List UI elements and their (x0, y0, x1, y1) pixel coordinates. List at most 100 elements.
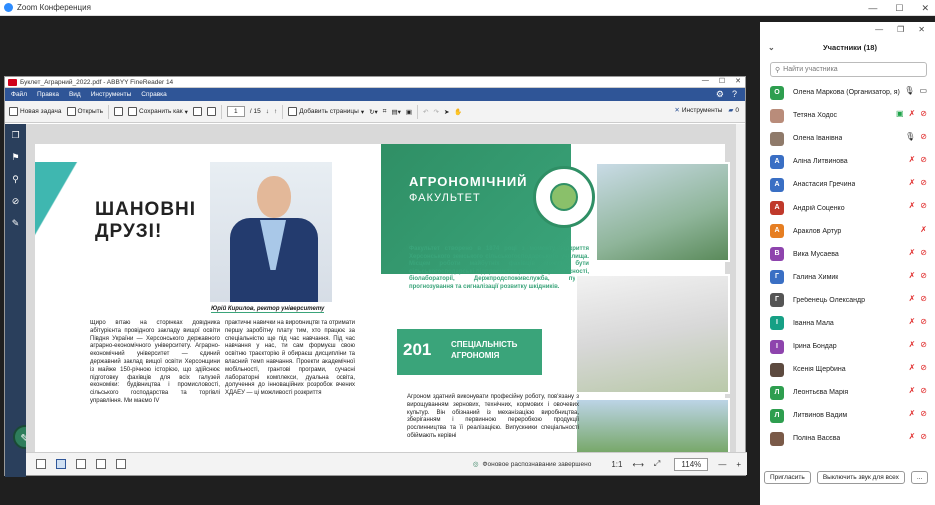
participant-row[interactable]: Л Литвинов Вадим ✗ ⊘ (760, 404, 935, 427)
microphone-muted-icon: ✗ (908, 432, 916, 442)
abbyy-minimize-button[interactable]: — (702, 77, 709, 85)
avatar: І (770, 316, 784, 331)
participant-row[interactable]: Г Галина Химик ✗ ⊘ (760, 266, 935, 289)
zoom-window-title: Zoom Конференция (17, 3, 91, 12)
page-number-input[interactable]: 1 (226, 106, 245, 117)
participant-row[interactable]: Ксенія Щербина ✗ ⊘ (760, 358, 935, 381)
single-page-view-icon[interactable] (36, 459, 46, 469)
mail-icon[interactable] (206, 107, 216, 116)
document-view[interactable]: ШАНОВНІ ДРУЗІ! Юрій Кирилов, ректор унів… (26, 124, 738, 454)
crop-icon[interactable]: ⌗ (383, 108, 387, 116)
menu-edit[interactable]: Правка (37, 91, 59, 98)
image-edit-icon[interactable]: ▣ (406, 108, 412, 116)
participant-name: Галина Химик (793, 273, 839, 281)
menu-file[interactable]: Файл (11, 91, 27, 98)
rector-photo (210, 162, 332, 302)
spread-view-icon[interactable] (96, 459, 106, 469)
signature-icon[interactable]: ✎ (5, 212, 26, 234)
recognition-status-icon: ◎ (472, 461, 479, 468)
participant-row[interactable]: А Араклов Артур ✗ (760, 220, 935, 243)
new-task-button[interactable]: Новая задача (9, 107, 62, 116)
actual-size-button[interactable]: 1:1 (611, 460, 622, 469)
mute-all-button[interactable]: Выключить звук для всех (816, 470, 905, 484)
abbyy-toolbar: Новая задача Открыть Сохранить как ▾ 1 /… (5, 101, 745, 123)
participant-row[interactable]: Л Леонтьєва Марія ✗ ⊘ (760, 381, 935, 404)
participant-status-icons: 🎙 ⊘ (905, 132, 927, 141)
save-as-icon (128, 107, 138, 116)
bookmark-icon[interactable]: ⚑ (5, 146, 26, 168)
settings-gear-icon[interactable]: ⚙ (716, 89, 724, 100)
abbyy-close-button[interactable]: ✕ (735, 77, 741, 85)
next-page-icon[interactable]: ↓ (266, 108, 269, 115)
print-icon[interactable] (192, 107, 202, 116)
panel-close-button[interactable]: ✕ (918, 25, 925, 34)
participant-name: Анастасия Гречина (793, 181, 856, 189)
invite-button[interactable]: Пригласить (764, 470, 811, 484)
add-pages-button[interactable]: Добавить страницы ▾ (288, 107, 364, 116)
participant-name: Аліна Литвинова (793, 158, 848, 166)
continuous-view-icon[interactable] (76, 459, 86, 469)
camera-off-icon: ⊘ (920, 270, 927, 280)
search-icon[interactable]: ⚲ (5, 168, 26, 190)
recognize-icon[interactable]: ▤▾ (391, 108, 400, 116)
undo-icon[interactable]: ↶ (423, 108, 428, 116)
participant-row[interactable]: А Анастасия Гречина ✗ ⊘ (760, 173, 935, 196)
abbyy-menu-bar: Файл Правка Вид Инструменты Справка ⚙ ? (5, 88, 745, 101)
participant-row[interactable]: І Іванна Мала ✗ ⊘ (760, 312, 935, 335)
participant-row[interactable]: А Аліна Литвинова ✗ ⊘ (760, 150, 935, 173)
attachment-icon[interactable]: ⊘ (5, 190, 26, 212)
panel-minimize-button[interactable]: — (875, 25, 883, 34)
two-page-view-icon[interactable] (56, 459, 66, 469)
rector-head (257, 176, 291, 218)
zoom-level-select[interactable]: 114% (674, 457, 709, 471)
help-icon[interactable]: ? (732, 89, 737, 100)
menu-help[interactable]: Справка (141, 91, 167, 98)
zoom-in-icon[interactable]: + (736, 460, 741, 469)
menu-view[interactable]: Вид (69, 91, 81, 98)
chevron-down-icon[interactable]: ⌄ (768, 43, 775, 52)
tools-button[interactable]: ✕ Инструменты (674, 106, 722, 115)
abbyy-maximize-button[interactable]: ☐ (719, 77, 725, 85)
close-button[interactable]: ✕ (921, 3, 929, 14)
participant-status-icons: ✗ ⊘ (909, 409, 927, 418)
avatar (770, 362, 784, 377)
panel-popout-button[interactable]: ❐ (897, 25, 904, 34)
fit-page-icon[interactable]: ⤢ (654, 459, 660, 469)
menu-tools[interactable]: Инструменты (91, 91, 132, 98)
prev-page-icon[interactable]: ↑ (274, 108, 277, 115)
maximize-button[interactable]: ☐ (895, 3, 903, 14)
open-button[interactable]: Открыть (66, 107, 103, 116)
redo-icon[interactable]: ↷ (433, 108, 438, 116)
minimize-button[interactable]: — (868, 3, 877, 13)
zoom-title-bar: Zoom Конференция — ☐ ✕ (0, 0, 935, 16)
zoom-out-icon[interactable]: — (718, 460, 726, 469)
microphone-muted-icon: ✗ (908, 270, 916, 280)
save-icon[interactable] (114, 107, 124, 116)
participant-row[interactable]: І Ірина Бондар ✗ ⊘ (760, 335, 935, 358)
welcome-heading-line1: ШАНОВНІ (95, 199, 197, 220)
comments-button[interactable]: ▰ 0 (728, 106, 739, 115)
participant-row[interactable]: Г Гребенець Олександр ✗ ⊘ (760, 289, 935, 312)
participant-row[interactable]: Олена Іванівна 🎙 ⊘ (760, 127, 935, 150)
participant-search-input[interactable]: ⚲ Найти участника (770, 62, 927, 77)
present-view-icon[interactable] (116, 459, 126, 469)
participant-row[interactable]: Тетяна Ходос ▣ ✗ ⊘ (760, 104, 935, 127)
vertical-scrollbar[interactable] (736, 124, 745, 454)
pages-panel-icon[interactable]: ❐ (5, 124, 26, 146)
faculty-title: АГРОНОМІЧНИЙ (409, 174, 528, 189)
hand-tool-icon[interactable]: ✋ (454, 108, 462, 116)
fit-width-icon[interactable]: ⟷ (632, 460, 643, 469)
participant-name: Араклов Артур (793, 227, 842, 235)
participant-row[interactable]: Поліна Васєва ✗ ⊘ (760, 427, 935, 450)
select-pointer-icon[interactable]: ➤ (444, 108, 449, 116)
abbyy-status-bar: ◎ Фоновое распознавание завершено 1:1 ⟷ … (26, 452, 747, 475)
participant-row[interactable]: О Олена Маркова (Организатор, я) 🎙 ▭ (760, 81, 935, 104)
participants-title: Участники (18) (823, 42, 877, 52)
rotate-icon[interactable]: ↻▾ (369, 108, 378, 116)
participant-row[interactable]: А Андрій Соценко ✗ ⊘ (760, 196, 935, 219)
participant-row[interactable]: В Вика Мусаева ✗ ⊘ (760, 243, 935, 266)
save-as-button[interactable]: Сохранить как ▾ (128, 107, 188, 116)
participant-name: Поліна Васєва (793, 435, 841, 443)
more-options-button[interactable]: ... (910, 470, 929, 484)
participant-status-icons: ✗ ⊘ (909, 201, 927, 210)
